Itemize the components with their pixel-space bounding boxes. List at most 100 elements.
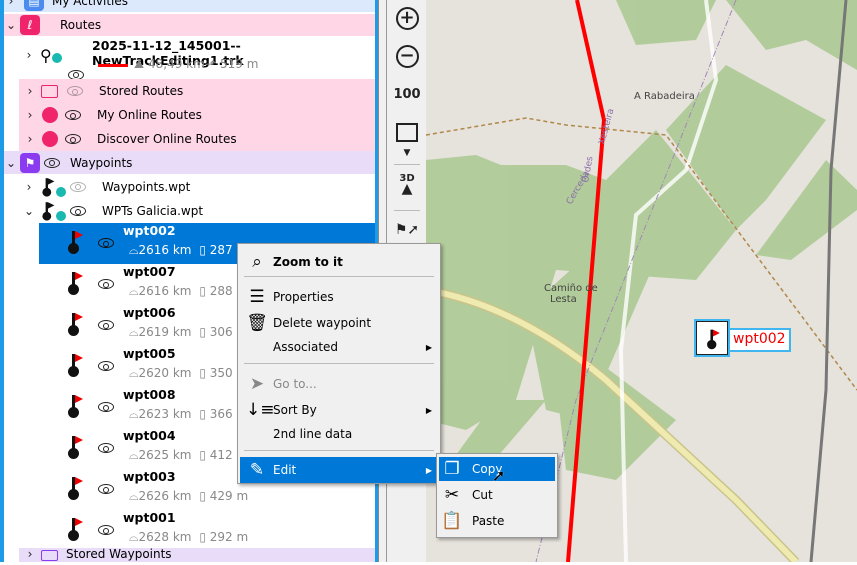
menu-item-associated[interactable]: Associated ▶ (240, 335, 438, 359)
label: WPTs Galicia.wpt (102, 204, 204, 218)
eye-hidden-icon[interactable] (67, 86, 83, 96)
menu-item-edit[interactable]: ✎ Edit ▶ (240, 457, 438, 483)
chevron-right-icon[interactable]: › (23, 108, 37, 122)
menu-item-paste[interactable]: 📋 Paste (439, 509, 555, 533)
activities-icon: ▤ (24, 0, 44, 11)
eye-icon[interactable] (65, 134, 81, 144)
distance-icon: ⌓ (129, 407, 139, 421)
waypoint-distance: 2616 km (138, 243, 192, 257)
eye-icon[interactable] (65, 110, 81, 120)
street-label: Xesteira (597, 108, 616, 146)
eye-icon[interactable] (98, 484, 114, 494)
tree-item-my-activities[interactable]: › ▤ My Activities (4, 0, 375, 12)
waypoint-row[interactable]: wpt001 ⌓2628 km ▯ 292 m (39, 510, 375, 551)
waypoint-distance: 2616 km (138, 284, 192, 298)
track-ascent: 519 m (220, 57, 259, 71)
divider (244, 276, 434, 277)
sort-icon: ↓≡ (246, 400, 275, 420)
eye-icon[interactable] (98, 320, 114, 330)
eye-icon[interactable] (68, 69, 84, 80)
check-icon (56, 186, 66, 197)
elevation-icon: ▯ (199, 407, 206, 421)
eye-icon[interactable] (98, 238, 114, 248)
elevation-icon: ▯ (199, 366, 206, 380)
eye-icon[interactable] (98, 443, 114, 453)
chevron-down-icon[interactable]: ⌄ (22, 204, 36, 218)
distance-icon: ⌓ (129, 325, 139, 339)
route-check-icon: ⚲ (40, 46, 62, 65)
waypoint-flag-icon (67, 353, 83, 377)
eye-icon[interactable] (98, 525, 114, 535)
zoom-out-button[interactable]: − (395, 44, 419, 68)
zoom-100-button[interactable]: 100 (393, 82, 420, 106)
divider (394, 210, 420, 211)
menu-item-cut[interactable]: ✂ Cut (439, 483, 555, 507)
fullscreen-icon (396, 122, 418, 142)
menu-item-2nd-line-data[interactable]: 2nd line data (240, 422, 438, 446)
menu-item-sort-by[interactable]: ↓≡ Sort By ▶ (240, 398, 438, 422)
plus-icon: + (395, 6, 419, 30)
globe-icon (42, 131, 58, 147)
chevron-right-icon[interactable]: › (22, 48, 36, 62)
waypoint-marker[interactable] (694, 319, 730, 357)
label: Waypoints.wpt (102, 179, 191, 194)
chevron-right-icon[interactable]: › (23, 84, 37, 98)
label: Zoom to it (273, 255, 343, 269)
tree-item-my-online-routes[interactable]: › My Online Routes (19, 103, 375, 127)
routes-icon: ℓ (20, 15, 40, 35)
waypoint-name: wpt001 (123, 510, 176, 525)
tree-item-stored-waypoints[interactable]: › Stored Waypoints (19, 548, 375, 562)
chevron-right-icon[interactable]: › (23, 132, 37, 146)
copy-icon: ❐ (444, 459, 460, 479)
chevron-down-icon[interactable]: ⌄ (4, 18, 18, 32)
waypoint-cursor-icon: ⚑➚ (394, 222, 420, 238)
label: Delete waypoint (273, 316, 372, 330)
eye-icon[interactable] (98, 361, 114, 371)
waypoint-marker-label[interactable]: wpt002 (728, 328, 791, 352)
distance-icon: ⌓ (129, 530, 139, 544)
elevation-icon: ▯ (199, 489, 206, 503)
tree-item-discover-online-routes[interactable]: › Discover Online Routes (19, 127, 375, 151)
menu-item-delete[interactable]: 🗑 Delete waypoint (240, 311, 438, 335)
chevron-right-icon[interactable]: › (4, 0, 18, 8)
menu-item-go-to[interactable]: ➤ Go to... (240, 372, 438, 396)
eye-icon[interactable] (44, 157, 60, 168)
elevation-icon: ▯ (199, 243, 206, 257)
more-dropdown[interactable]: ▼ (395, 146, 419, 160)
menu-item-zoom-to-it[interactable]: ⌕ Zoom to it (240, 250, 438, 274)
label: Stored Waypoints (66, 547, 172, 561)
railway (809, 0, 848, 563)
waypoint-distance: 2626 km (138, 489, 192, 503)
forest-area (726, 0, 857, 70)
label: Sort By (273, 403, 317, 417)
waypoint-flag-icon (67, 517, 83, 541)
tree-item-waypoints[interactable]: ⌄ ⚑ Waypoints (4, 151, 375, 174)
chevron-down-icon[interactable]: ⌄ (4, 156, 18, 170)
tree-item-stored-routes[interactable]: › Stored Routes (19, 79, 375, 103)
eye-hidden-icon[interactable] (70, 181, 86, 192)
waypoint-flag-icon (67, 271, 83, 295)
zoom-in-button[interactable]: + (395, 6, 419, 30)
eye-icon[interactable] (98, 279, 114, 289)
label: 2nd line data (273, 427, 353, 441)
eye-icon[interactable] (98, 402, 114, 412)
place-label: A Rabadeira (634, 91, 695, 102)
waypoint-distance: 2623 km (138, 407, 192, 421)
menu-item-properties[interactable]: ☰ Properties (240, 285, 438, 309)
forest-area (556, 360, 676, 480)
tree-item-track[interactable]: › ⚲ 2025-11-12_145001--NewTrackEditing1.… (4, 36, 375, 80)
waypoint-flag-icon (67, 230, 83, 254)
waypoint-name: wpt002 (123, 223, 176, 238)
navigate-icon: ➤ (249, 374, 265, 394)
waypoint-select-button[interactable]: ⚑➚ (395, 218, 419, 242)
fit-screen-button[interactable] (395, 120, 419, 144)
chevron-right-icon[interactable]: › (23, 548, 37, 561)
tree-item-waypoints-wpt[interactable]: › Waypoints.wpt (4, 174, 375, 199)
chevron-right-icon[interactable]: › (22, 180, 36, 194)
eye-icon[interactable] (70, 206, 86, 216)
divider (244, 450, 434, 451)
tree-item-routes[interactable]: ⌄ ℓ Routes (4, 14, 375, 36)
tree-item-wpts-galicia[interactable]: ⌄ WPTs Galicia.wpt (4, 199, 375, 223)
waypoint-distance: 2628 km (138, 530, 192, 544)
3d-button[interactable]: 3D ▲ (395, 172, 419, 197)
